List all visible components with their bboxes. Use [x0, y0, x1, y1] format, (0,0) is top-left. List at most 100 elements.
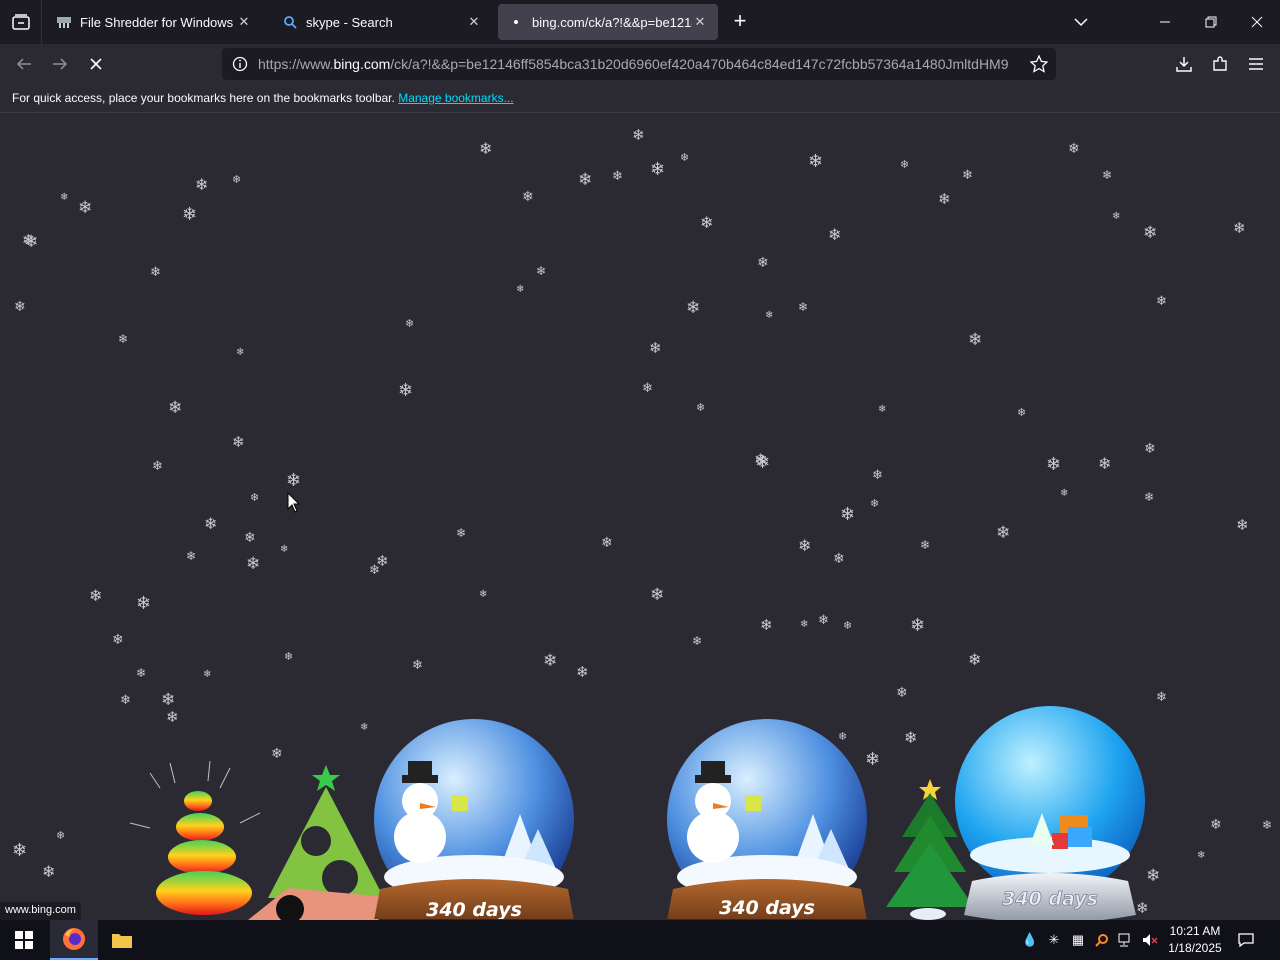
water-drop-icon[interactable]: 💧: [1022, 932, 1038, 948]
snowflake-icon: ❄: [152, 458, 163, 473]
snowflake-icon: ❄: [1144, 440, 1156, 456]
puzzle-icon: [1213, 56, 1227, 71]
snowflake-icon: ❄: [650, 585, 665, 604]
taskbar-firefox[interactable]: [50, 920, 98, 960]
close-window-button[interactable]: [1234, 0, 1280, 44]
snowflake-icon: ❄: [870, 498, 880, 510]
download-icon: [1176, 57, 1192, 72]
snowflake-icon: ❄: [136, 593, 152, 613]
bookmarks-hint-text: For quick access, place your bookmarks h…: [12, 91, 395, 105]
snowflake-icon: ❄: [650, 159, 666, 179]
system-clock[interactable]: 10:21 AM 1/18/2025: [1162, 923, 1228, 957]
snowflake-icon: ❄: [632, 127, 645, 144]
snowflake-icon: ❄: [376, 553, 389, 570]
stop-button[interactable]: [84, 52, 108, 76]
folder-icon: [112, 934, 132, 948]
snowflake-icon: ❄: [1156, 293, 1167, 308]
arrow-left-icon: [16, 58, 31, 70]
snowflake-icon: ❄: [696, 402, 706, 414]
minimize-icon: [1160, 21, 1170, 23]
minimize-button[interactable]: [1142, 0, 1188, 44]
snowflake-icon: ❄: [14, 298, 26, 314]
snowflake-icon: ❄: [89, 588, 103, 605]
manage-bookmarks-link[interactable]: Manage bookmarks...: [398, 91, 513, 105]
snowflake-icon: ❄: [920, 538, 931, 552]
snowflake-icon: ❄: [840, 504, 856, 524]
snowflake-icon: ❄: [649, 340, 662, 357]
restore-button[interactable]: [1188, 0, 1234, 44]
hamburger-menu-icon: [1249, 58, 1263, 70]
tab-label: File Shredder for Windows - Free: [80, 14, 236, 30]
chevron-down-icon: [1074, 18, 1088, 27]
firefox-view-icon: [11, 14, 30, 30]
snowflake-icon: ❄: [1236, 517, 1249, 534]
snowflake-icon: ❄: [398, 380, 414, 400]
forward-button[interactable]: [48, 52, 72, 76]
list-all-tabs-button[interactable]: [1058, 0, 1104, 44]
snowflake-icon: ❄: [284, 651, 294, 663]
snowflake-icon: ❄: [828, 227, 842, 244]
snowflake-icon: ❄: [686, 298, 701, 317]
snowflake-icon: ❄: [120, 692, 131, 707]
tab-bar: File Shredder for Windows - Free ✕ skype…: [0, 0, 1280, 44]
snowflake-icon: ❄: [244, 529, 256, 545]
taskbar-file-explorer[interactable]: [98, 920, 146, 960]
snowflake-icon: ❄: [1197, 850, 1206, 861]
app-tray-icon[interactable]: ▦: [1070, 932, 1086, 948]
snowflake-icon: ❄: [968, 652, 982, 669]
snowflake-icon: ❄: [1262, 818, 1273, 832]
snowflake-icon: ❄: [60, 192, 69, 203]
start-button[interactable]: [0, 920, 48, 960]
bookmarks-toolbar: For quick access, place your bookmarks h…: [0, 84, 1280, 113]
tab-label: skype - Search: [306, 14, 393, 30]
tab-close-icon[interactable]: ✕: [236, 14, 252, 30]
notifications-icon[interactable]: [1238, 932, 1254, 948]
tab-file-shredder[interactable]: File Shredder for Windows - Free ✕: [46, 4, 262, 40]
globe-countdown-label: 340 days: [426, 899, 522, 919]
snowflake-icon: ❄: [118, 332, 129, 346]
extensions-button[interactable]: [1208, 52, 1232, 76]
snowflake-icon: ❄: [996, 523, 1011, 542]
snowflake-icon: ❄: [12, 840, 28, 860]
bookmark-star-icon[interactable]: [1029, 54, 1049, 78]
snowflake-icon: ❄: [204, 516, 218, 533]
tab-skype-search[interactable]: skype - Search ✕: [272, 4, 492, 40]
snowflake-icon: ❄: [872, 467, 883, 482]
globe-countdown-label: 340 days: [1002, 888, 1098, 910]
snowflake-icon: ❄: [522, 188, 534, 204]
snowflake-icon: ❄: [360, 722, 369, 733]
snowflake-icon: ❄: [22, 232, 35, 249]
snowflake-icon: ❄: [195, 177, 209, 194]
tab-close-icon[interactable]: ✕: [466, 14, 482, 30]
snowflake-icon: ❄: [1046, 454, 1062, 474]
network-icon[interactable]: [1118, 932, 1134, 948]
status-bar-url: www.bing.com: [0, 902, 81, 920]
search-tray-icon[interactable]: [1094, 932, 1110, 948]
snowflake-icon: ❄: [843, 620, 853, 632]
volume-muted-icon[interactable]: [1142, 932, 1158, 948]
page-content: ❄ ❄ ❄ ❄ ❄ ❄ ❄ ❄ ❄ ❄ ❄ ❄ ❄ ❄ ❄ ❄ ❄ ❄ ❄ ❄ ❄ ❄ ❄ ❄ ❄ ❄ ❄ ❄ ❄ ❄ ❄ ❄ ❄ ❄ ❄ ❄ ❄ ❄ ❄ ❄…: [0, 113, 1280, 920]
downloads-button[interactable]: [1172, 52, 1196, 76]
snowflake-icon: ❄: [536, 264, 547, 278]
new-tab-button[interactable]: +: [728, 10, 752, 34]
snowflake-icon: ❄: [182, 204, 198, 224]
windows-taskbar: 💧 ✳ ▦ 10:21 AM 1/18/2025: [0, 920, 1280, 960]
snow-globe-snowman-1: 340 days: [374, 719, 574, 919]
address-bar[interactable]: https://www.bing.com/ck/a?!&&p=be12146ff…: [222, 48, 1056, 80]
tab-bing[interactable]: bing.com/ck/a?!&&p=be12146 ✕: [498, 4, 718, 40]
snowflake-icon: ❄: [405, 318, 415, 330]
snowflake-icon: ❄: [136, 666, 147, 680]
firefox-view-button[interactable]: [0, 0, 42, 44]
snowflake-icon: ❄: [203, 669, 212, 680]
snow-globe-gifts: 340 days: [955, 706, 1145, 920]
snowflake-icon: ❄: [808, 151, 824, 171]
snowflake-icon: ❄: [680, 152, 690, 164]
app-menu-button[interactable]: [1244, 52, 1268, 76]
snowflake-tray-icon[interactable]: ✳: [1046, 932, 1062, 948]
back-button[interactable]: [12, 52, 36, 76]
site-info-icon[interactable]: [232, 56, 248, 77]
tab-close-icon[interactable]: ✕: [692, 14, 708, 30]
snowflake-icon: ❄: [576, 664, 589, 681]
snowflake-icon: ❄: [1233, 220, 1246, 237]
snowflake-icon: ❄: [280, 544, 289, 555]
